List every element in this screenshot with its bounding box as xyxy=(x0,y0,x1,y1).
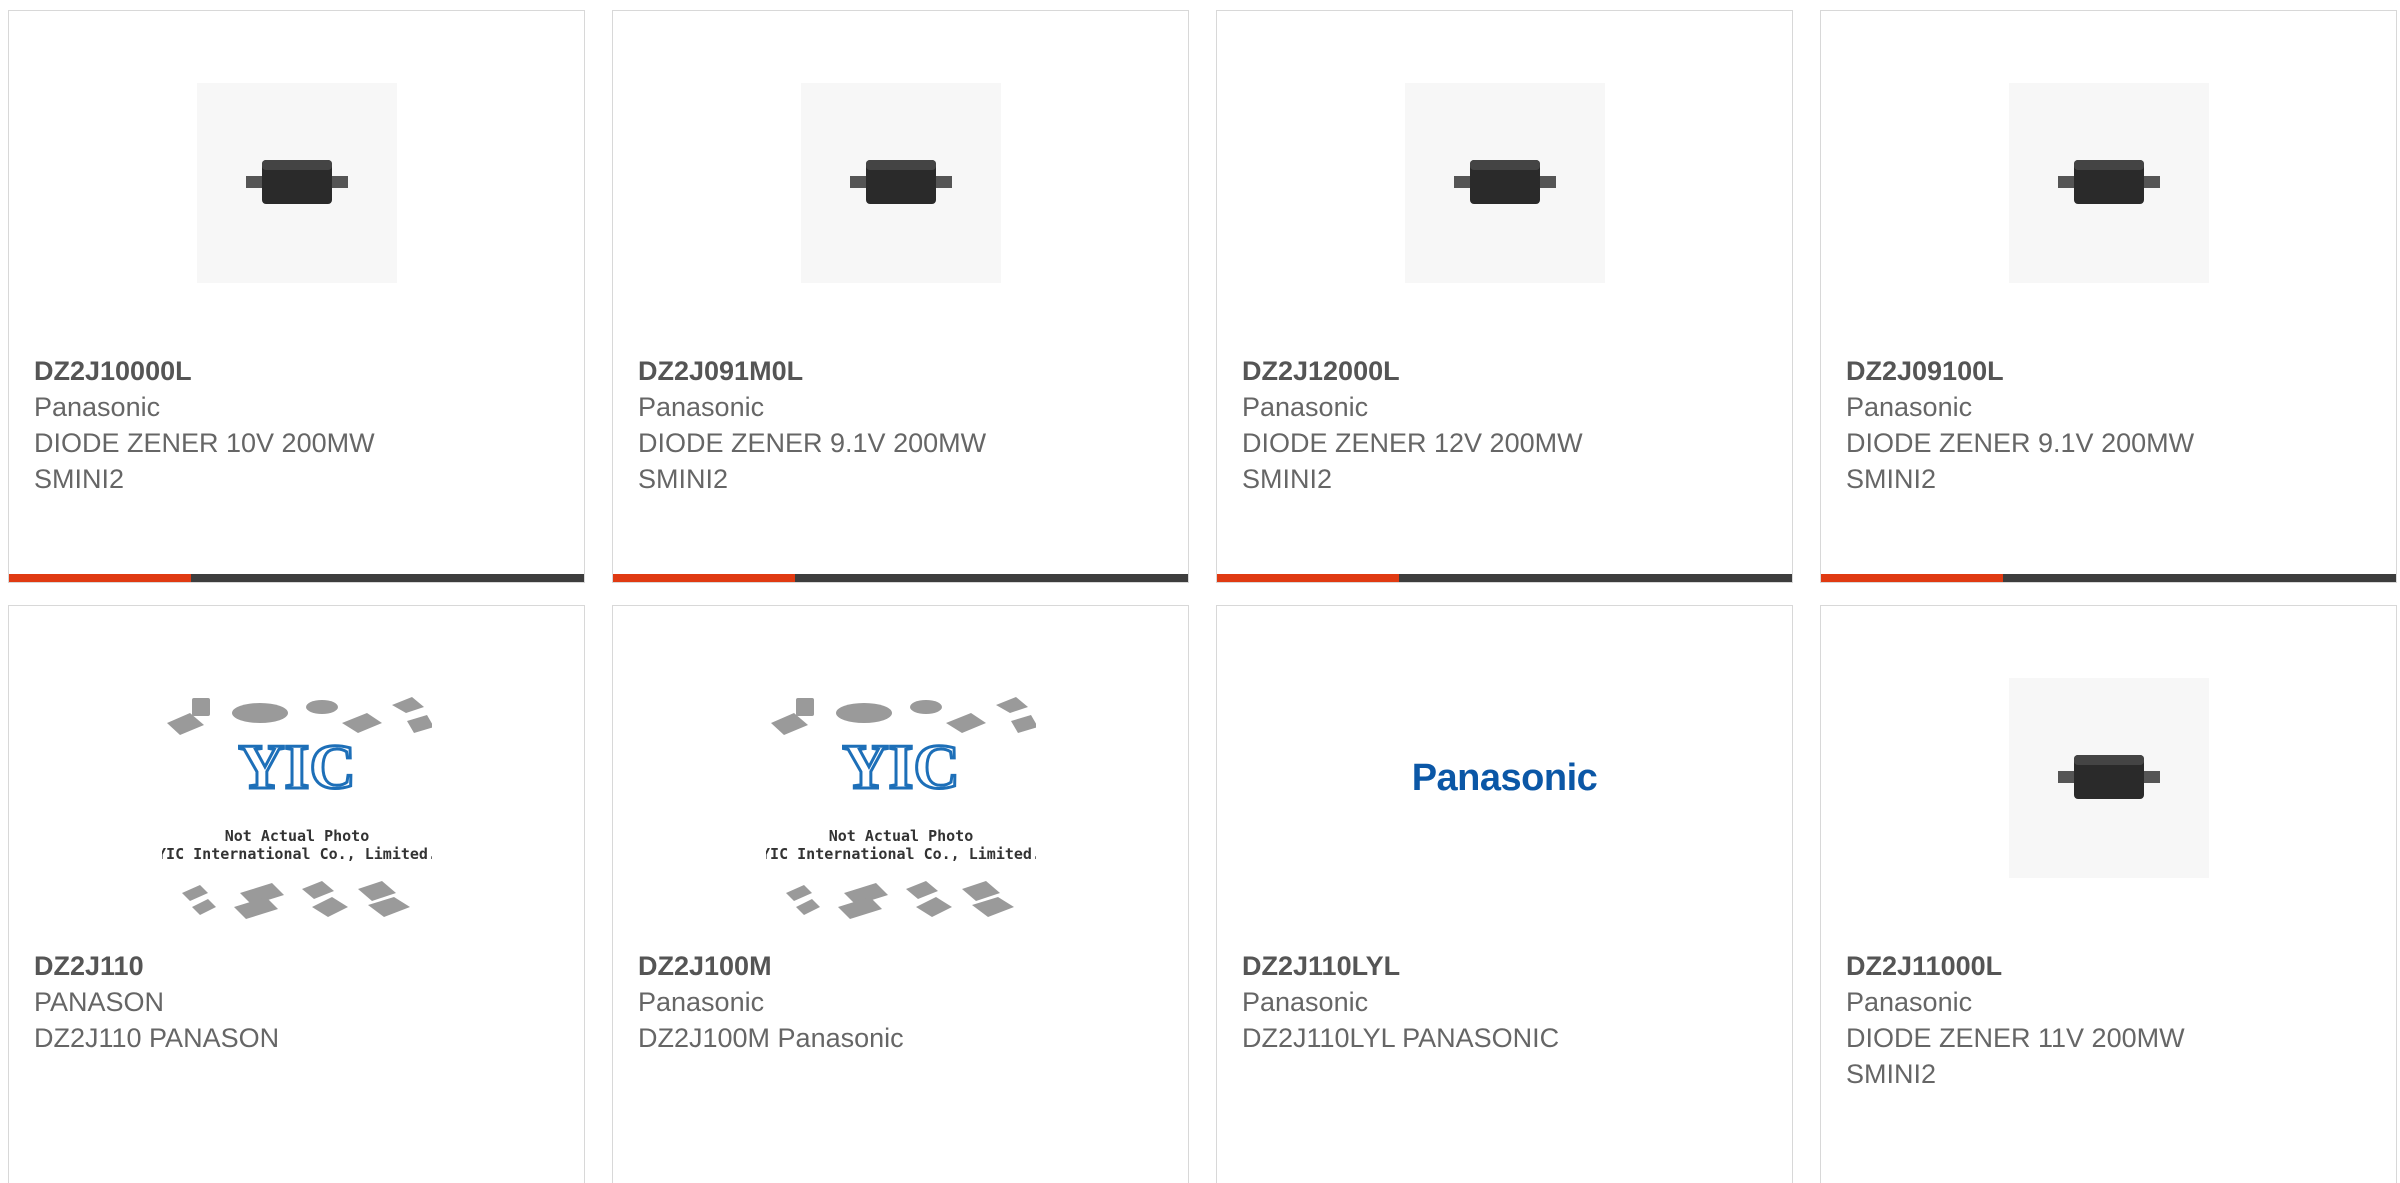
diode-icon xyxy=(2057,160,2160,204)
brand: Panasonic xyxy=(1846,392,1973,422)
part-number[interactable]: DZ2J09100L xyxy=(1846,353,2376,389)
product-card[interactable]: DZ2J12000L Panasonic DIODE ZENER 12V 200… xyxy=(1216,10,1793,583)
package: SMINI2 xyxy=(1846,1059,1937,1089)
product-info: DZ2J10000L Panasonic DIODE ZENER 10V 200… xyxy=(34,353,564,497)
yic-logo: YIC xyxy=(842,731,959,802)
product-image[interactable] xyxy=(2008,83,2209,283)
product-image[interactable]: Panasonic xyxy=(1365,678,1645,878)
product-info: DZ2J110 PANASON DZ2J110 PANASON xyxy=(34,948,564,1056)
product-card[interactable]: YIC Not Actual Photo YIC International C… xyxy=(612,605,1189,1183)
product-card[interactable]: DZ2J10000L Panasonic DIODE ZENER 10V 200… xyxy=(8,10,585,583)
description: DIODE ZENER 10V 200MW xyxy=(34,428,375,458)
product-image[interactable]: YIC Not Actual Photo YIC International C… xyxy=(761,688,1041,938)
part-number[interactable]: DZ2J10000L xyxy=(34,353,564,389)
placeholder-line1: Not Actual Photo xyxy=(828,827,973,845)
package: SMINI2 xyxy=(1846,464,1937,494)
product-image[interactable]: YIC Not Actual Photo YIC International C… xyxy=(157,688,437,938)
brand: Panasonic xyxy=(34,392,161,422)
part-number[interactable]: DZ2J110LYL xyxy=(1242,948,1772,984)
product-info: DZ2J11000L Panasonic DIODE ZENER 11V 200… xyxy=(1846,948,2376,1092)
placeholder-line2: YIC International Co., Limited. xyxy=(162,845,432,863)
yic-placeholder-image: YIC Not Actual Photo YIC International C… xyxy=(162,697,432,919)
bar-accent xyxy=(1217,574,1399,582)
product-info: DZ2J110LYL Panasonic DZ2J110LYL PANASONI… xyxy=(1242,948,1772,1056)
description: DIODE ZENER 9.1V 200MW xyxy=(638,428,987,458)
brand: Panasonic xyxy=(638,392,765,422)
package: SMINI2 xyxy=(1242,464,1333,494)
yic-placeholder-image: YIC Not Actual Photo YIC International C… xyxy=(766,697,1036,919)
product-info: DZ2J100M Panasonic DZ2J100M Panasonic xyxy=(638,948,1168,1056)
product-image[interactable] xyxy=(800,83,1001,283)
product-image[interactable] xyxy=(1404,83,1605,283)
bar-accent xyxy=(613,574,795,582)
part-number[interactable]: DZ2J12000L xyxy=(1242,353,1772,389)
brand: Panasonic xyxy=(638,987,765,1017)
description: DZ2J110LYL PANASONIC xyxy=(1242,1023,1560,1053)
yic-logo: YIC xyxy=(238,731,355,802)
product-card[interactable]: YIC Not Actual Photo YIC International C… xyxy=(8,605,585,1183)
product-card[interactable]: DZ2J09100L Panasonic DIODE ZENER 9.1V 20… xyxy=(1820,10,2397,583)
diode-icon xyxy=(849,160,952,204)
product-card[interactable]: DZ2J091M0L Panasonic DIODE ZENER 9.1V 20… xyxy=(612,10,1189,583)
product-image[interactable] xyxy=(2008,678,2209,878)
product-info: DZ2J12000L Panasonic DIODE ZENER 12V 200… xyxy=(1242,353,1772,497)
placeholder-line2: YIC International Co., Limited. xyxy=(766,845,1036,863)
product-card[interactable]: DZ2J11000L Panasonic DIODE ZENER 11V 200… xyxy=(1820,605,2397,1183)
card-bottom-bar xyxy=(1821,574,2396,582)
bar-accent xyxy=(1821,574,2003,582)
bar-accent xyxy=(9,574,191,582)
product-image[interactable] xyxy=(196,83,397,283)
description: DIODE ZENER 11V 200MW xyxy=(1846,1023,2185,1053)
brand: PANASON xyxy=(34,987,165,1017)
description: DZ2J100M Panasonic xyxy=(638,1023,904,1053)
diode-icon xyxy=(245,160,348,204)
product-info: DZ2J09100L Panasonic DIODE ZENER 9.1V 20… xyxy=(1846,353,2376,497)
diode-icon xyxy=(1453,160,1556,204)
product-grid: DZ2J10000L Panasonic DIODE ZENER 10V 200… xyxy=(8,10,2400,1183)
card-bottom-bar xyxy=(1217,574,1792,582)
package: SMINI2 xyxy=(34,464,125,494)
description: DIODE ZENER 12V 200MW xyxy=(1242,428,1583,458)
part-number[interactable]: DZ2J11000L xyxy=(1846,948,2376,984)
product-info: DZ2J091M0L Panasonic DIODE ZENER 9.1V 20… xyxy=(638,353,1168,497)
description: DZ2J110 PANASON xyxy=(34,1023,280,1053)
card-bottom-bar xyxy=(9,574,584,582)
brand: Panasonic xyxy=(1242,392,1369,422)
card-bottom-bar xyxy=(613,574,1188,582)
panasonic-logo: Panasonic xyxy=(1411,756,1598,799)
description: DIODE ZENER 9.1V 200MW xyxy=(1846,428,2195,458)
brand: Panasonic xyxy=(1846,987,1973,1017)
placeholder-line1: Not Actual Photo xyxy=(224,827,369,845)
part-number[interactable]: DZ2J091M0L xyxy=(638,353,1168,389)
diode-icon xyxy=(2057,755,2160,799)
part-number[interactable]: DZ2J100M xyxy=(638,948,1168,984)
brand: Panasonic xyxy=(1242,987,1369,1017)
package: SMINI2 xyxy=(638,464,729,494)
product-card[interactable]: Panasonic DZ2J110LYL Panasonic DZ2J110LY… xyxy=(1216,605,1793,1183)
part-number[interactable]: DZ2J110 xyxy=(34,948,564,984)
